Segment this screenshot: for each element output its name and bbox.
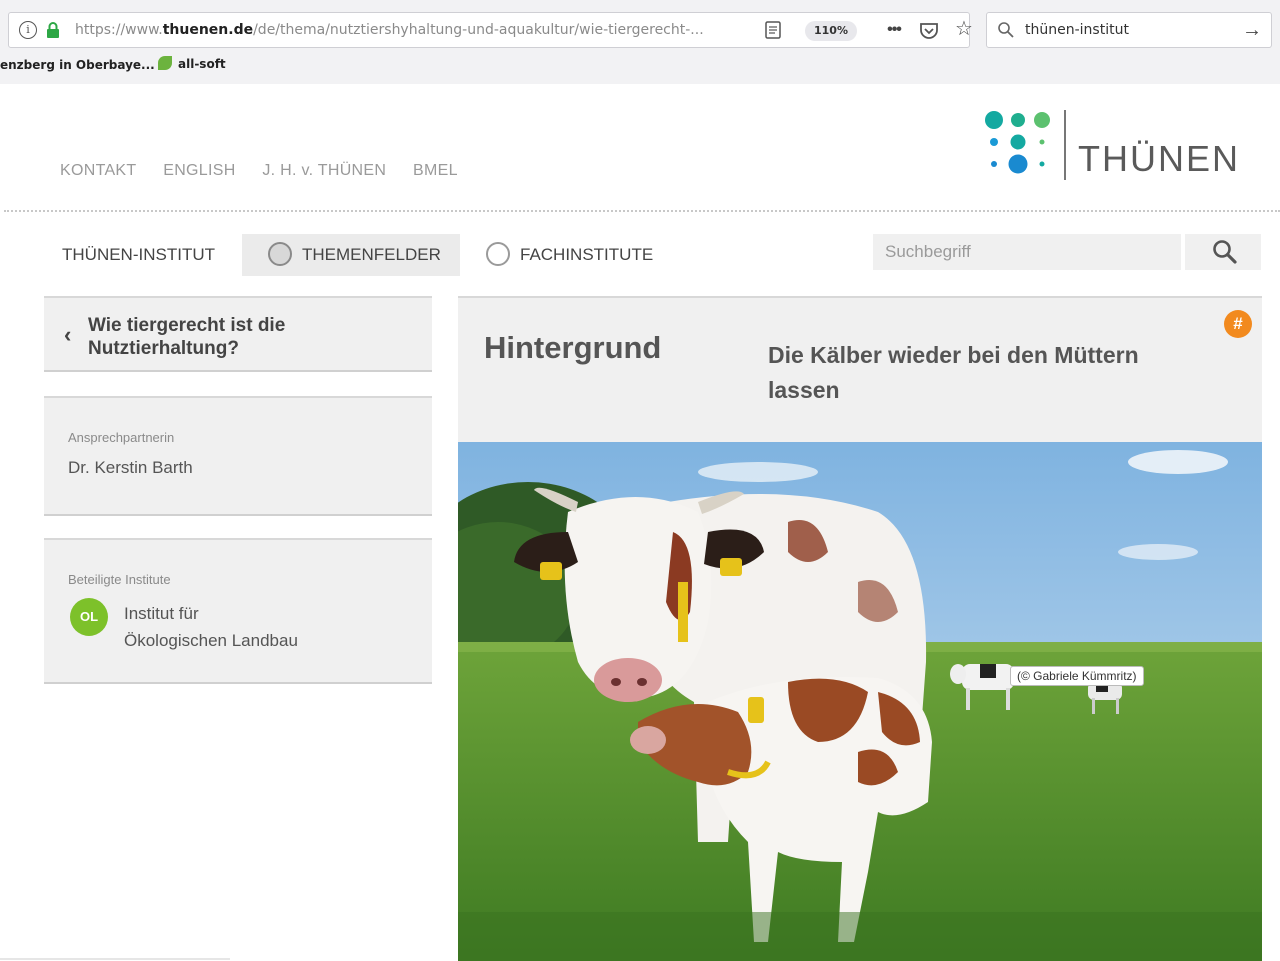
nav-themenfelder[interactable]: THEMENFELDER	[242, 234, 460, 276]
magnifier-icon	[1213, 240, 1237, 264]
back-link-title[interactable]: Wie tiergerecht ist die Nutztierhaltung?	[88, 314, 338, 360]
top-navigation: KONTAKT ENGLISH J. H. v. THÜNEN BMEL	[60, 162, 480, 180]
institute-name-line: Institut für	[124, 604, 199, 623]
institutes-label: Beteiligte Institute	[68, 572, 171, 587]
bookmark-label: all-soft	[178, 57, 226, 71]
globe-icon	[268, 242, 292, 266]
thuenen-logo[interactable]: THÜNEN	[980, 108, 1240, 184]
contact-name-link[interactable]: Dr. Kerstin Barth	[68, 458, 193, 478]
info-icon[interactable]: i	[19, 21, 37, 39]
logo-divider	[1064, 110, 1066, 180]
page-actions-more-icon[interactable]: •••	[881, 19, 907, 41]
contact-label: Ansprechpartnerin	[68, 430, 175, 445]
search-icon	[998, 22, 1014, 38]
cow-and-calf-photo	[458, 442, 1262, 961]
article-kicker: Hintergrund	[484, 330, 662, 365]
url-text[interactable]: https://www.thuenen.de/de/thema/nutztier…	[75, 22, 735, 38]
institute-badge[interactable]: OL	[70, 598, 108, 636]
article-photo: (© Gabriele Kümmritz)	[458, 442, 1262, 961]
institute-link[interactable]: Institut für Ökologischen Landbau	[124, 600, 404, 654]
logo-wordmark: THÜNEN	[1078, 138, 1240, 179]
nav-link-english[interactable]: ENGLISH	[163, 162, 235, 179]
share-icon[interactable]: #	[1224, 310, 1252, 338]
site-search-button[interactable]	[1185, 234, 1261, 270]
bookmark-item[interactable]: enzberg in Oberbaye...	[0, 58, 155, 72]
footer-divider	[0, 958, 230, 960]
institutes-box: Beteiligte Institute OL Institut für Öko…	[44, 538, 432, 684]
bookmark-item[interactable]: all-soft	[158, 56, 226, 71]
lock-icon[interactable]	[45, 21, 61, 39]
arrow-right-icon[interactable]: →	[1241, 19, 1263, 41]
nav-link-kontakt[interactable]: KONTAKT	[60, 162, 136, 179]
site-search: Suchbegriff	[873, 234, 1261, 270]
zoom-level-badge[interactable]: 110%	[805, 21, 857, 41]
reader-view-icon[interactable]	[765, 21, 781, 39]
nav-thuenen-institut[interactable]: THÜNEN-INSTITUT	[62, 234, 215, 276]
institute-name-line: Ökologischen Landbau	[124, 631, 298, 650]
article-header: Hintergrund Die Kälber wieder bei den Mü…	[458, 296, 1262, 442]
logo-dots-icon	[985, 111, 1050, 174]
pocket-icon[interactable]	[917, 19, 941, 43]
browser-search-bar[interactable]: thünen-institut →	[986, 12, 1272, 48]
nav-fachinstitute-label: FACHINSTITUTE	[520, 245, 654, 264]
chevron-left-icon: ‹	[64, 322, 72, 347]
header-divider	[4, 210, 1280, 212]
back-link-box[interactable]: ‹ Wie tiergerecht ist die Nutztierhaltun…	[44, 296, 432, 372]
url-bar[interactable]: i https://www.thuenen.de/de/thema/nutzti…	[8, 12, 973, 48]
nav-themenfelder-label: THEMENFELDER	[302, 245, 441, 264]
leaf-icon	[158, 56, 172, 70]
browser-search-input[interactable]: thünen-institut	[1025, 22, 1129, 38]
bookmark-star-icon[interactable]: ☆	[953, 17, 975, 41]
contact-box: Ansprechpartnerin Dr. Kerstin Barth	[44, 396, 432, 516]
photo-credit: (© Gabriele Kümmritz)	[1010, 666, 1144, 686]
browser-toolbar: i https://www.thuenen.de/de/thema/nutzti…	[0, 0, 1280, 84]
nav-link-bmel[interactable]: BMEL	[413, 162, 458, 179]
site-search-input[interactable]: Suchbegriff	[873, 234, 1181, 270]
article-headline: Die Kälber wieder bei den Müttern lassen	[768, 342, 1139, 403]
nav-link-thuenen[interactable]: J. H. v. THÜNEN	[262, 162, 386, 179]
house-icon	[486, 242, 510, 266]
nav-fachinstitute[interactable]: FACHINSTITUTE	[486, 234, 653, 276]
